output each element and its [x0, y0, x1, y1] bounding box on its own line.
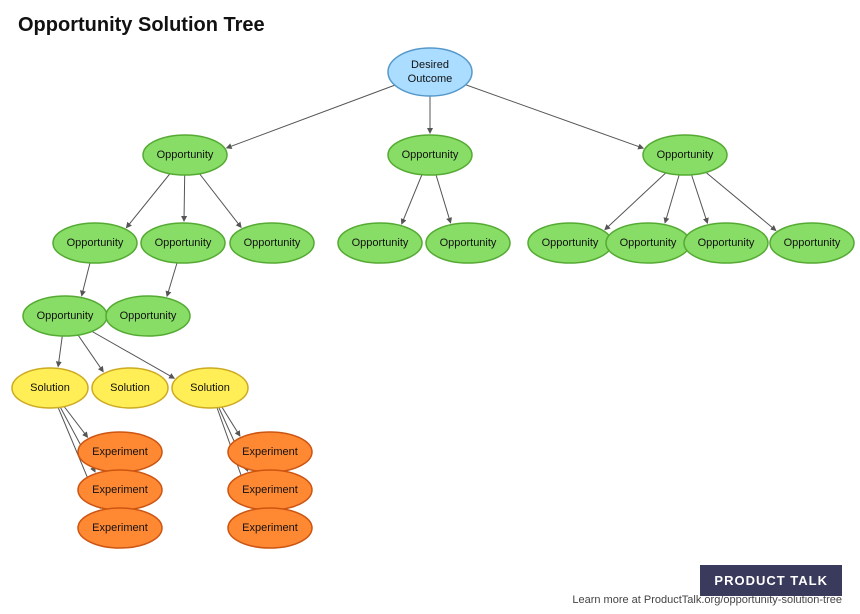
node-opp_L2_4: Opportunity: [338, 223, 422, 263]
tree-container: DesiredOutcomeOpportunityOpportunityOppo…: [0, 0, 860, 614]
node-sol_2: Solution: [92, 368, 168, 408]
node-opp_L1_1: Opportunity: [143, 135, 227, 175]
tree-svg: DesiredOutcomeOpportunityOpportunityOppo…: [0, 0, 860, 614]
node-opp_L3_2: Opportunity: [106, 296, 190, 336]
node-exp_5: Experiment: [228, 470, 312, 510]
node-opp_L2_1: Opportunity: [53, 223, 137, 263]
footer-link: Learn more at ProductTalk.org/opportunit…: [572, 594, 842, 606]
node-opp_L1_2: Opportunity: [388, 135, 472, 175]
node-exp_3: Experiment: [78, 508, 162, 548]
node-opp_L2_6: Opportunity: [528, 223, 612, 263]
node-opp_L2_3: Opportunity: [230, 223, 314, 263]
node-opp_L2_5: Opportunity: [426, 223, 510, 263]
node-exp_2: Experiment: [78, 470, 162, 510]
node-exp_1: Experiment: [78, 432, 162, 472]
node-desired_outcome: DesiredOutcome: [388, 48, 472, 96]
brand-box: PRODUCT TALK: [700, 565, 842, 596]
node-sol_1: Solution: [12, 368, 88, 408]
node-exp_4: Experiment: [228, 432, 312, 472]
node-opp_L2_8: Opportunity: [684, 223, 768, 263]
node-opp_L2_2: Opportunity: [141, 223, 225, 263]
node-opp_L1_3: Opportunity: [643, 135, 727, 175]
node-sol_3: Solution: [172, 368, 248, 408]
node-opp_L2_7: Opportunity: [606, 223, 690, 263]
node-opp_L3_1: Opportunity: [23, 296, 107, 336]
node-exp_6: Experiment: [228, 508, 312, 548]
node-opp_L2_9: Opportunity: [770, 223, 854, 263]
